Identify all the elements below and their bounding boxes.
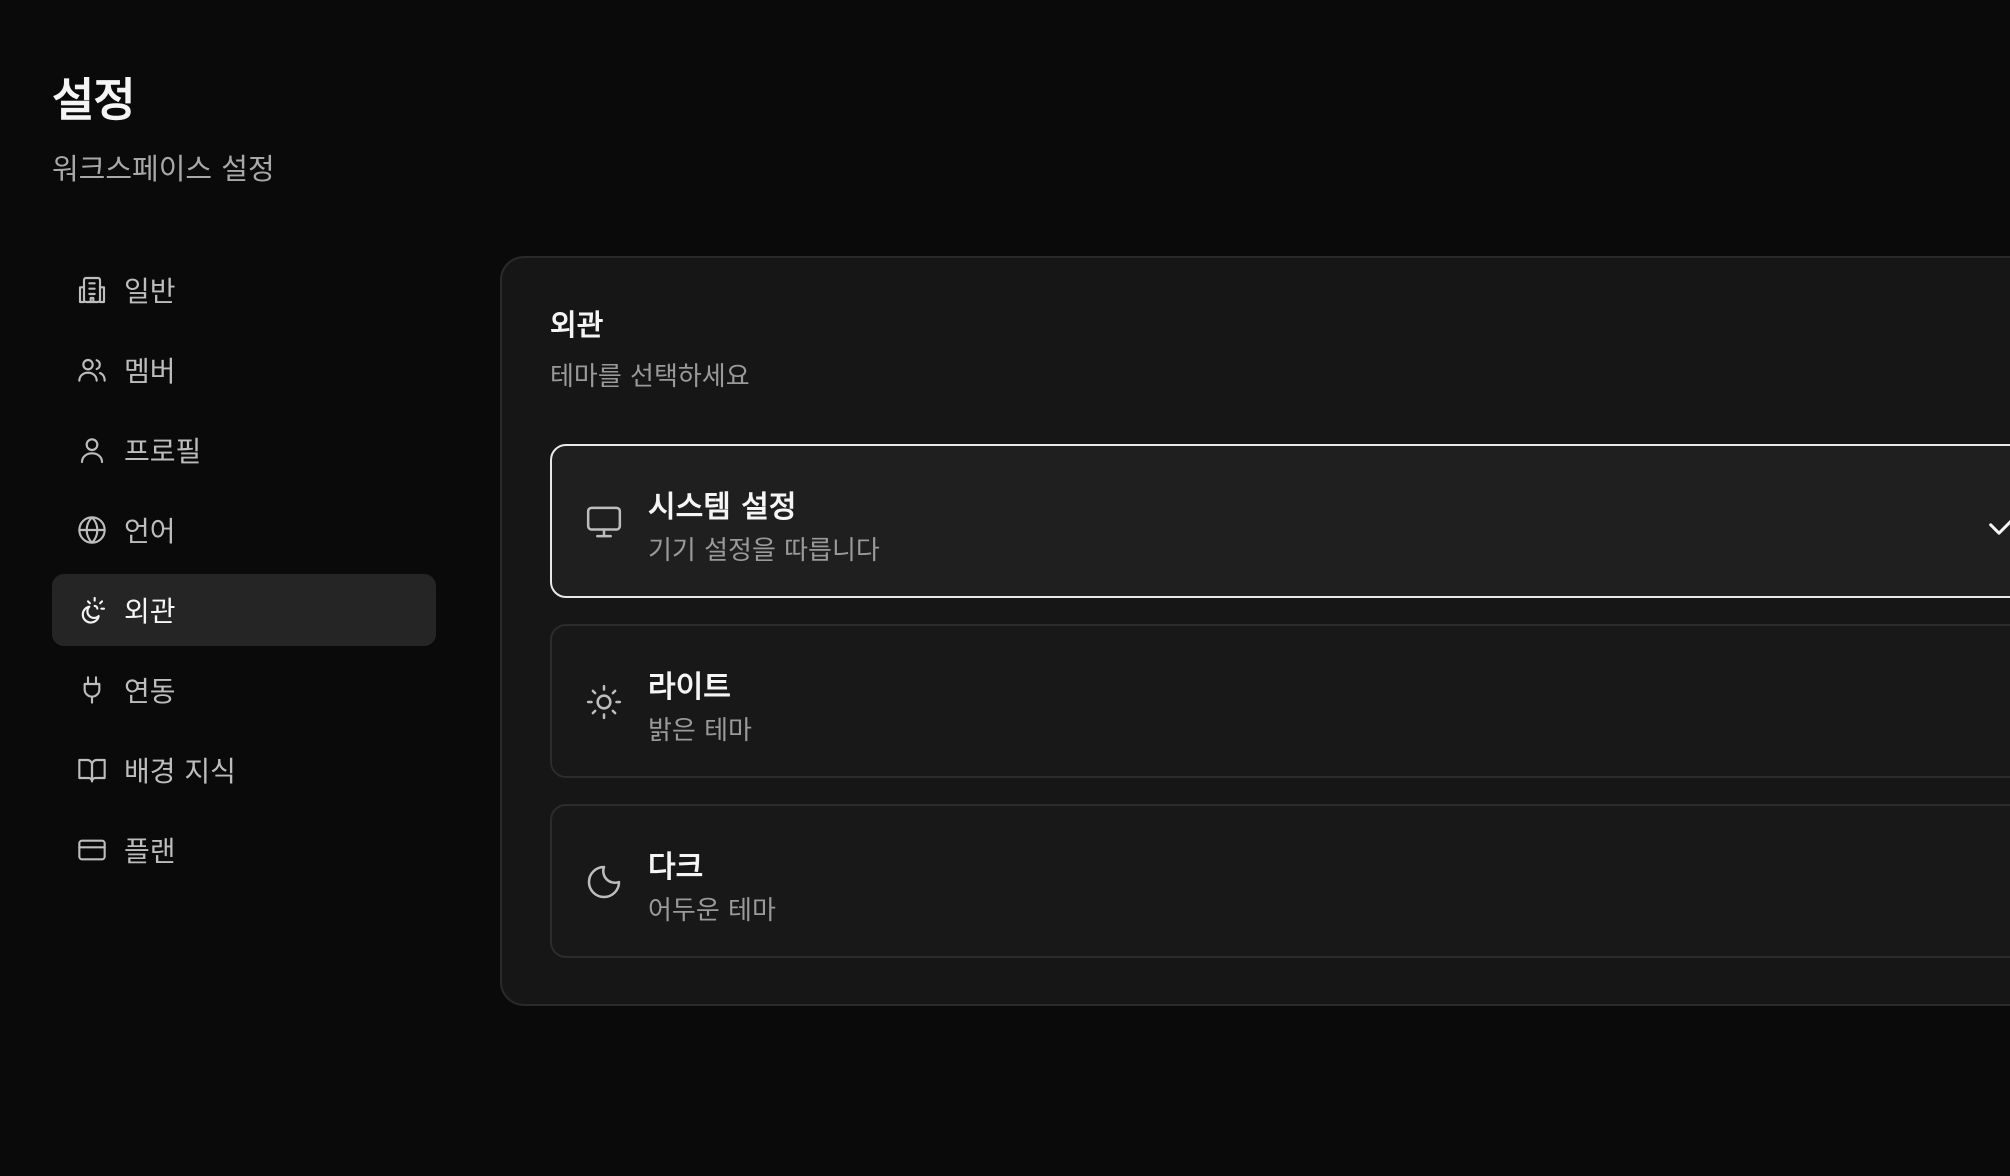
section-subtitle: 테마를 선택하세요 [550,362,750,392]
sidebar-item-appearance[interactable]: 외관 [52,574,436,646]
credit-card-icon [76,834,108,866]
theme-option-light[interactable]: 라이트 밝은 테마 [550,624,2010,778]
sidebar-item-label: 플랜 [124,835,176,868]
section-title: 외관 [550,308,604,342]
sidebar-item-label: 배경 지식 [124,755,236,788]
sidebar-item-label: 멤버 [124,355,176,388]
moon-icon [584,862,624,902]
monitor-icon [584,502,624,542]
sidebar-item-language[interactable]: 언어 [52,494,436,566]
building-icon [76,274,108,306]
sun-icon [584,682,624,722]
sidebar-item-label: 일반 [124,275,176,308]
theme-option-system[interactable]: 시스템 설정 기기 설정을 따릅니다 [550,444,2010,598]
page-title: 설정 [52,73,136,127]
sidebar-item-plan[interactable]: 플랜 [52,814,436,886]
sidebar-item-knowledge[interactable]: 배경 지식 [52,734,436,806]
user-icon [76,434,108,466]
theme-option-dark[interactable]: 다크 어두운 테마 [550,804,2010,958]
check-icon [1989,520,2010,535]
settings-sidebar: 일반 멤버 프로필 언어 외관 연동 배경 지식 플랜 [52,254,436,894]
sidebar-item-members[interactable]: 멤버 [52,334,436,406]
sidebar-item-profile[interactable]: 프로필 [52,414,436,486]
sidebar-item-label: 연동 [124,675,176,708]
sidebar-item-integrations[interactable]: 연동 [52,654,436,726]
plug-icon [76,674,108,706]
sidebar-item-general[interactable]: 일반 [52,254,436,326]
theme-option-title: 라이트 [648,670,731,705]
theme-option-title: 시스템 설정 [648,490,797,525]
theme-option-title: 다크 [648,850,704,885]
sidebar-item-label: 프로필 [124,435,202,468]
users-icon [76,354,108,386]
page-subtitle: 워크스페이스 설정 [52,152,275,186]
settings-page: 설정 워크스페이스 설정 일반 멤버 프로필 언어 외관 연동 배경 지식 플랜… [0,0,2010,1176]
sun-moon-icon [76,594,108,626]
appearance-panel: 외관 테마를 선택하세요 시스템 설정 기기 설정을 따릅니다 라이트 밝은 테… [500,256,2010,1006]
sidebar-item-label: 외관 [124,595,176,628]
theme-option-description: 어두운 테마 [648,896,776,926]
sidebar-item-label: 언어 [124,515,176,548]
globe-icon [76,514,108,546]
theme-option-description: 밝은 테마 [648,716,752,746]
book-open-icon [76,754,108,786]
theme-option-description: 기기 설정을 따릅니다 [648,536,880,566]
